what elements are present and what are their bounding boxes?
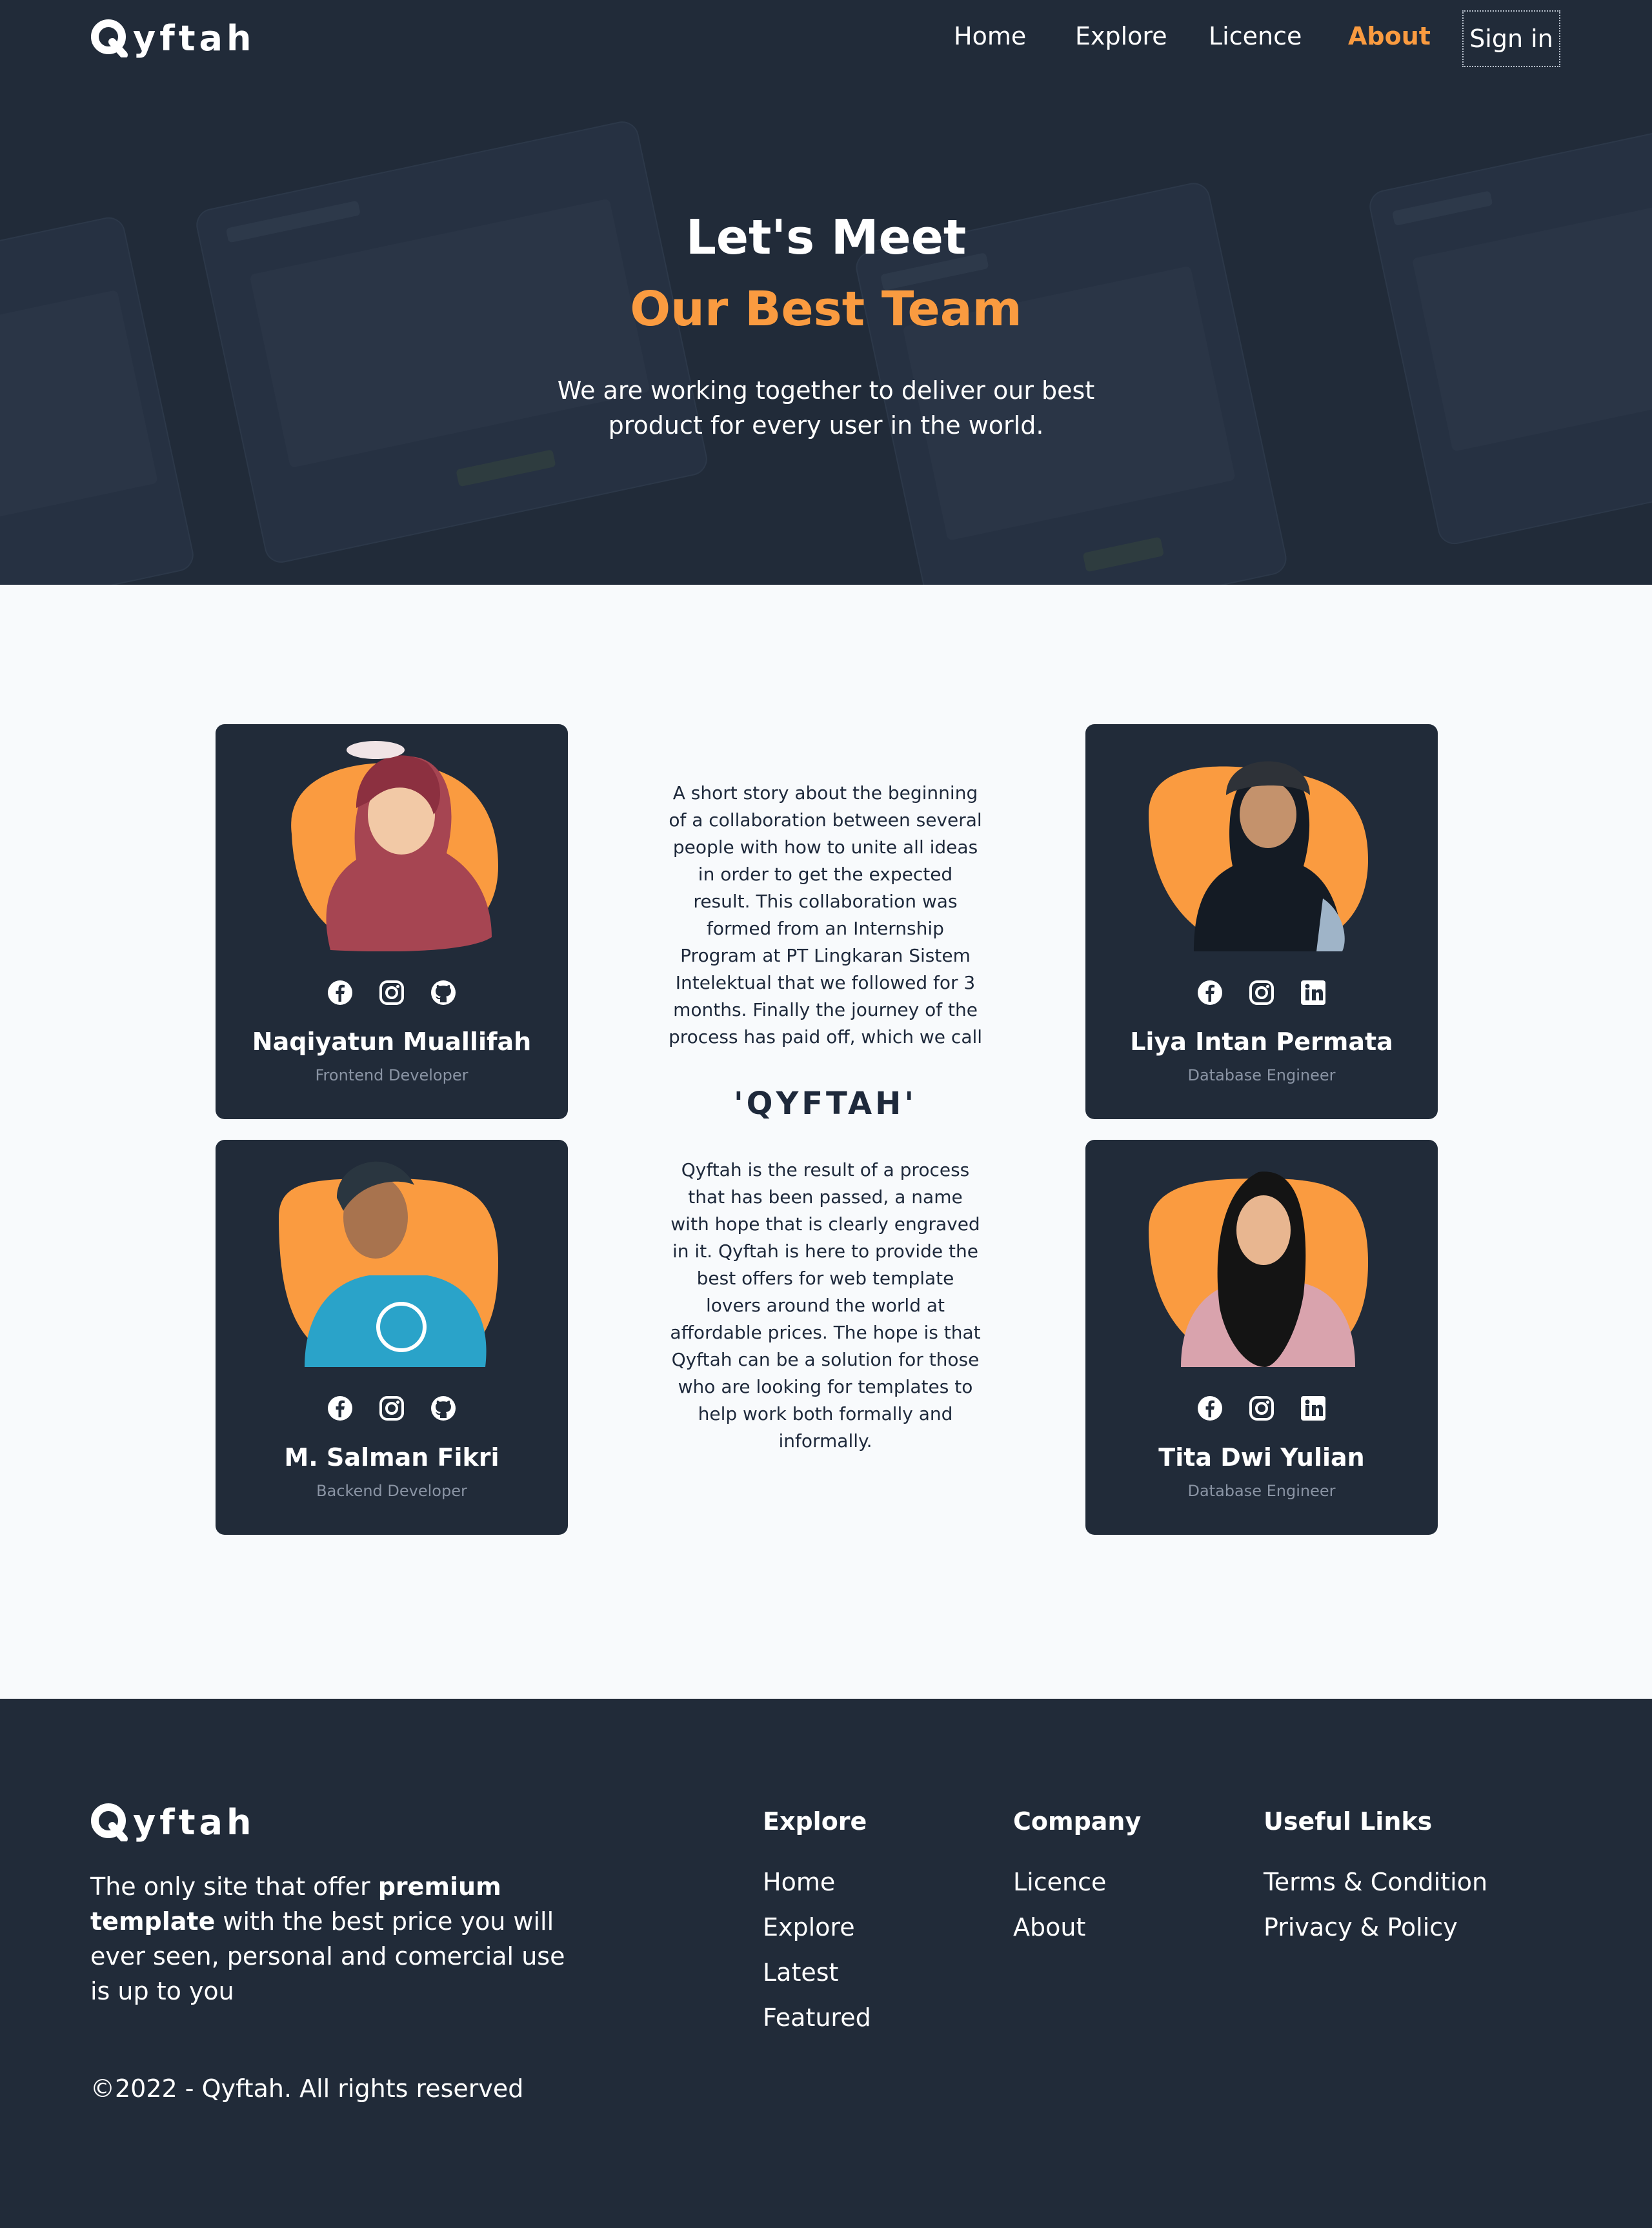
logo-q-icon — [91, 19, 128, 57]
facebook-icon[interactable] — [1197, 980, 1223, 1006]
member-name: Liya Intan Permata — [1130, 1028, 1393, 1056]
instagram-icon[interactable] — [1249, 980, 1274, 1006]
story-brand-mark: 'QYFTAH' — [733, 1086, 918, 1122]
nav-about[interactable]: About — [1348, 22, 1431, 50]
member-role: Backend Developer — [316, 1482, 467, 1500]
footer-link-terms[interactable]: Terms & Condition — [1264, 1868, 1487, 1913]
footer-link-licence[interactable]: Licence — [1013, 1868, 1141, 1913]
team-card: Liya Intan Permata Database Engineer — [1085, 724, 1438, 1119]
nav-explore[interactable]: Explore — [1075, 22, 1167, 50]
social-links — [1085, 1395, 1438, 1421]
team-card: M. Salman Fikri Backend Developer — [216, 1140, 568, 1535]
facebook-icon[interactable] — [327, 1395, 353, 1421]
logo-text: yftah — [133, 1801, 256, 1843]
hero-subtitle: We are working together to deliver our b… — [557, 376, 1095, 440]
footer-link-latest[interactable]: Latest — [763, 1958, 871, 2003]
footer-link-privacy[interactable]: Privacy & Policy — [1264, 1913, 1487, 1958]
linkedin-icon[interactable] — [1300, 1395, 1326, 1421]
member-name: Naqiyatun Muallifah — [252, 1028, 532, 1056]
member-role: Database Engineer — [1187, 1482, 1336, 1500]
footer-link-explore[interactable]: Explore — [763, 1913, 871, 1958]
footer-column-title: Useful Links — [1264, 1807, 1433, 1836]
footer: yftah The only site that offer premium t… — [0, 1699, 1652, 2228]
footer-column-useful-links: Useful Links Terms & Condition Privacy &… — [1264, 1807, 1487, 1958]
member-name: M. Salman Fikri — [284, 1443, 499, 1472]
github-icon[interactable] — [430, 980, 456, 1006]
hero-title-accent: Our Best Team — [630, 281, 1022, 337]
footer-column-explore: Explore Home Explore Latest Featured — [763, 1807, 871, 2049]
member-name: Tita Dwi Yulian — [1158, 1443, 1365, 1472]
footer-column-title: Explore — [763, 1807, 867, 1836]
nav-home[interactable]: Home — [954, 22, 1026, 50]
logo-text: yftah — [133, 17, 256, 59]
story-paragraph: A short story about the beginning of a c… — [668, 782, 983, 1048]
team-section: Naqiyatun Muallifah Frontend Developer L… — [0, 585, 1652, 1699]
background-preview — [193, 118, 710, 566]
footer-link-featured[interactable]: Featured — [763, 2003, 871, 2049]
sign-in-button[interactable]: Sign in — [1462, 10, 1560, 67]
hero-title: Let's Meet — [685, 210, 967, 265]
background-preview — [0, 214, 197, 585]
social-links — [216, 1395, 568, 1421]
footer-column-title: Company — [1013, 1807, 1142, 1836]
avatar — [279, 737, 505, 952]
team-card: Naqiyatun Muallifah Frontend Developer — [216, 724, 568, 1119]
instagram-icon[interactable] — [1249, 1395, 1274, 1421]
linkedin-icon[interactable] — [1300, 980, 1326, 1006]
team-card: Tita Dwi Yulian Database Engineer — [1085, 1140, 1438, 1535]
instagram-icon[interactable] — [379, 1395, 405, 1421]
avatar — [279, 1153, 505, 1367]
footer-link-about[interactable]: About — [1013, 1913, 1141, 1958]
nav-licence[interactable]: Licence — [1209, 22, 1302, 50]
avatar — [1149, 1153, 1375, 1367]
tagline-text: The only site that offer — [90, 1872, 378, 1901]
facebook-icon[interactable] — [1197, 1395, 1223, 1421]
logo-q-icon — [91, 1803, 128, 1841]
footer-link-home[interactable]: Home — [763, 1868, 871, 1913]
top-nav: yftah Home Explore Licence About Sign in — [0, 0, 1652, 77]
social-links — [216, 980, 568, 1006]
avatar — [1149, 737, 1375, 951]
github-icon[interactable] — [430, 1395, 456, 1421]
member-role: Frontend Developer — [315, 1066, 468, 1084]
social-links — [1085, 980, 1438, 1006]
copyright: ©2022 - Qyftah. All rights reserved — [90, 2074, 524, 2103]
facebook-icon[interactable] — [327, 980, 353, 1006]
footer-column-company: Company Licence About — [1013, 1807, 1141, 1958]
logo[interactable]: yftah — [90, 15, 255, 61]
member-role: Database Engineer — [1187, 1066, 1336, 1084]
footer-logo[interactable]: yftah — [90, 1799, 255, 1845]
footer-tagline: The only site that offer premium templat… — [90, 1869, 568, 2009]
hero-section: yftah Home Explore Licence About Sign in… — [0, 0, 1652, 585]
instagram-icon[interactable] — [379, 980, 405, 1006]
story-paragraph-2: Qyftah is the result of a process that h… — [670, 1159, 981, 1452]
